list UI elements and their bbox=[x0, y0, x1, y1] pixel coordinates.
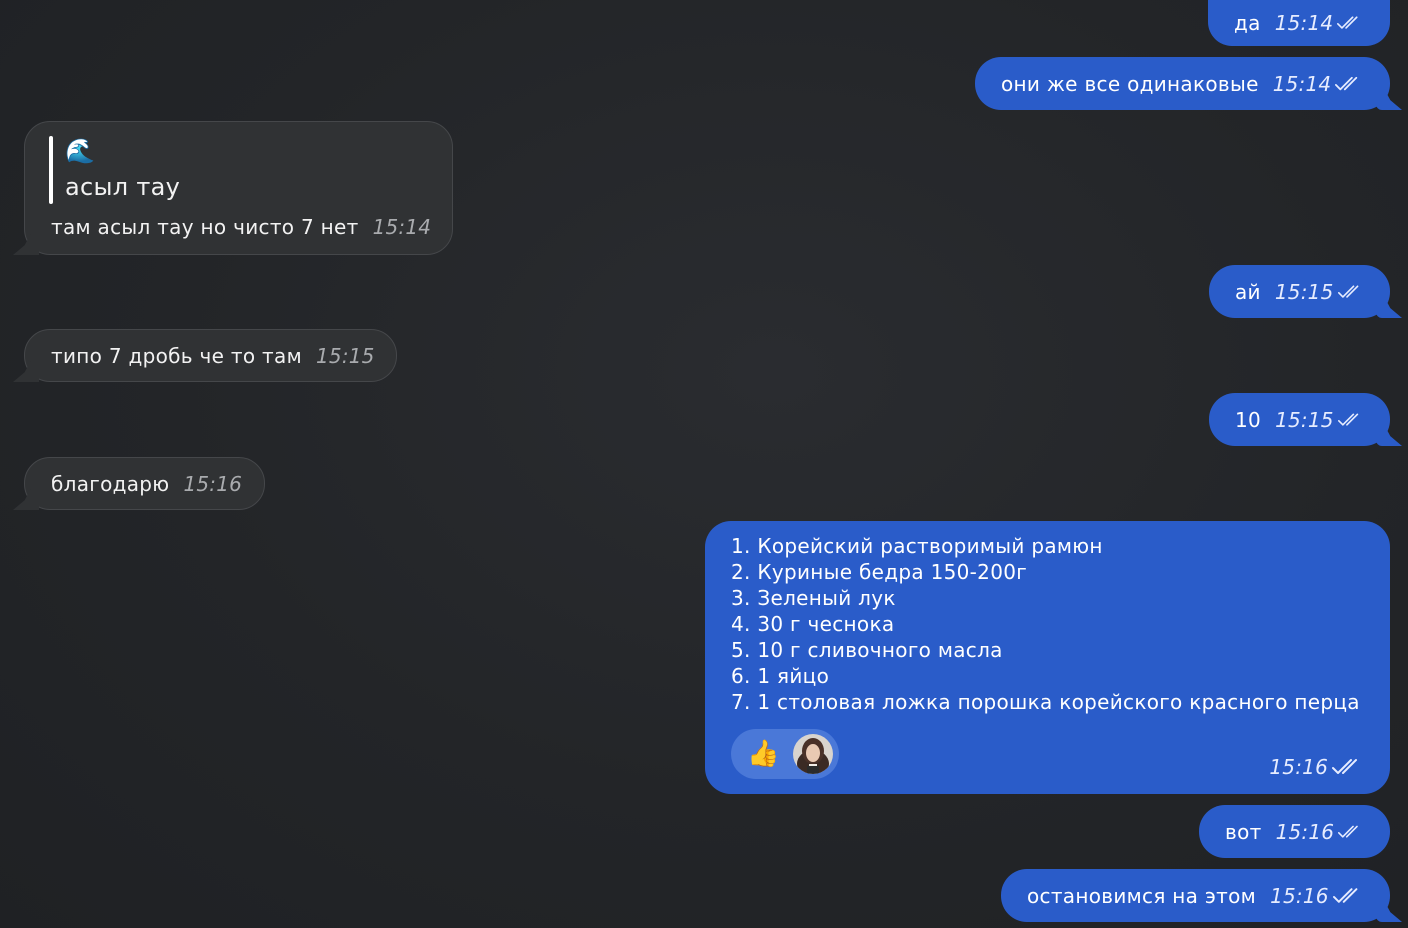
quote-bar bbox=[49, 136, 53, 204]
list-item: 2. Куриные бедра 150-200г bbox=[731, 560, 1028, 584]
message-text: благодарю bbox=[51, 471, 170, 496]
thumbs-up-icon: 👍 bbox=[747, 739, 780, 769]
outgoing-message[interactable]: они же все одинаковые 15:14 bbox=[975, 57, 1402, 110]
ingredient-list: 1. Корейский растворимый рамюн 2. Курины… bbox=[731, 533, 1360, 715]
outgoing-message[interactable]: 10 15:15 bbox=[1209, 393, 1402, 446]
message-time: 15:15 bbox=[315, 343, 375, 368]
message-time: 15:14 bbox=[1272, 71, 1332, 96]
message-text: типо 7 дробь че то там bbox=[51, 343, 302, 368]
message-time: 15:14 bbox=[372, 215, 432, 239]
double-check-icon bbox=[1338, 823, 1362, 841]
list-item: 1. Корейский растворимый рамюн bbox=[731, 534, 1103, 558]
quoted-text: асыл тау bbox=[65, 173, 181, 201]
double-check-icon bbox=[1338, 283, 1363, 301]
outgoing-message[interactable]: 1. Корейский растворимый рамюн 2. Курины… bbox=[705, 521, 1390, 794]
message-time: 15:15 bbox=[1274, 279, 1334, 304]
chat-area[interactable]: да 15:14 они же все одинаковые 15:14 🌊 а… bbox=[0, 0, 1408, 928]
message-time: 15:16 bbox=[183, 471, 243, 496]
avatar[interactable] bbox=[793, 734, 833, 774]
message-text: там асыл тау но чисто 7 нет bbox=[51, 215, 359, 239]
message-time: 15:16 bbox=[1269, 755, 1328, 779]
incoming-message[interactable]: благодарю 15:16 bbox=[13, 457, 265, 510]
message-text: да bbox=[1234, 11, 1261, 35]
message-time: 15:16 bbox=[1270, 883, 1329, 908]
message-text: они же все одинаковые bbox=[1001, 71, 1259, 96]
reaction-pill[interactable]: 👍 bbox=[731, 729, 839, 779]
bubble-tail bbox=[13, 233, 39, 255]
double-check-icon bbox=[1333, 887, 1362, 905]
list-item: 5. 10 г сливочного масла bbox=[731, 638, 1003, 662]
message-time: 15:14 bbox=[1274, 11, 1334, 35]
message-text: 10 bbox=[1235, 407, 1262, 432]
double-check-icon bbox=[1335, 75, 1362, 93]
list-item: 3. Зеленый лук bbox=[731, 586, 896, 610]
outgoing-message[interactable]: ай 15:15 bbox=[1209, 265, 1402, 318]
outgoing-message[interactable]: вот 15:16 bbox=[1199, 805, 1390, 858]
incoming-message[interactable]: типо 7 дробь че то там 15:15 bbox=[13, 329, 397, 382]
message-time: 15:15 bbox=[1275, 407, 1334, 432]
incoming-message[interactable]: 🌊 асыл тау там асыл тау но чисто 7 нет 1… bbox=[13, 121, 453, 255]
message-text: остановимся на этом bbox=[1027, 883, 1257, 908]
double-check-icon bbox=[1337, 14, 1362, 32]
message-text: вот bbox=[1225, 819, 1262, 844]
wave-emoji-icon: 🌊 bbox=[65, 137, 96, 165]
list-item: 4. 30 г чеснока bbox=[731, 612, 895, 636]
list-item: 7. 1 столовая ложка порошка корейского к… bbox=[731, 690, 1360, 714]
list-item: 6. 1 яйцо bbox=[731, 664, 830, 688]
outgoing-message[interactable]: остановимся на этом 15:16 bbox=[1001, 869, 1402, 922]
message-text: ай bbox=[1235, 279, 1261, 304]
outgoing-message[interactable]: да 15:14 bbox=[1208, 0, 1390, 46]
double-check-icon bbox=[1338, 411, 1362, 429]
message-time: 15:16 bbox=[1275, 819, 1335, 844]
double-check-icon bbox=[1332, 758, 1362, 776]
